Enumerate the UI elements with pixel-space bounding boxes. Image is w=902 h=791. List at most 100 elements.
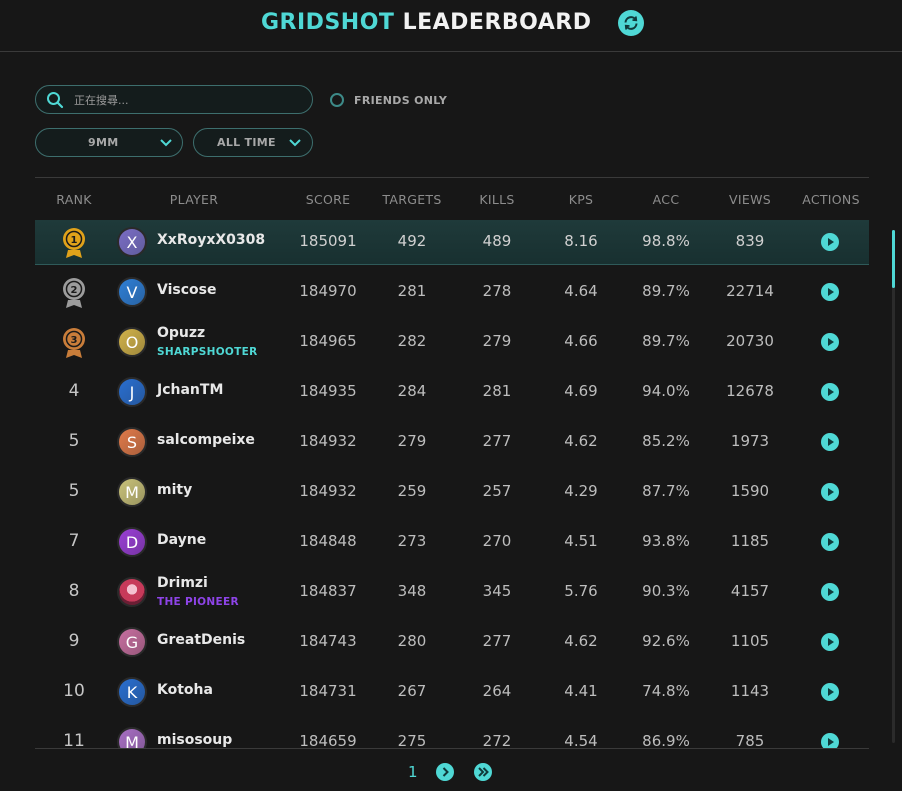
views-value: 1105 bbox=[730, 632, 770, 650]
avatar-initial: J bbox=[129, 382, 135, 402]
avatar-initial: K bbox=[126, 682, 138, 702]
player-name[interactable]: misosoup bbox=[157, 732, 232, 748]
rank-number: 7 bbox=[68, 531, 80, 551]
avatar[interactable]: S bbox=[117, 427, 147, 457]
scrollbar-thumb[interactable] bbox=[892, 230, 895, 288]
weapon-select[interactable]: 9MM bbox=[35, 128, 183, 157]
refresh-button[interactable] bbox=[618, 10, 644, 36]
kills-value: 277 bbox=[482, 632, 512, 650]
score-value: 184932 bbox=[299, 432, 357, 450]
avatar[interactable] bbox=[117, 577, 147, 607]
next-page-button[interactable] bbox=[436, 763, 454, 781]
avatar[interactable]: O bbox=[117, 327, 147, 357]
avatar-initial: S bbox=[126, 432, 138, 452]
table-row[interactable]: 3 O Opuzz SHARPSHOOTER 184965 282 279 4.66 89.7%… bbox=[35, 320, 869, 364]
chevron-down-icon bbox=[160, 139, 172, 147]
player-name[interactable]: salcompeixe bbox=[157, 432, 255, 448]
avatar[interactable]: V bbox=[117, 277, 147, 307]
rank-number: 9 bbox=[68, 631, 80, 651]
avatar[interactable]: X bbox=[117, 227, 147, 257]
kills-value: 272 bbox=[482, 732, 512, 748]
play-replay-button[interactable] bbox=[821, 333, 839, 351]
last-page-button[interactable] bbox=[474, 763, 492, 781]
table-header: RANK PLAYER SCORE TARGETS KILLS KPS ACC … bbox=[0, 192, 902, 208]
friends-only-radio[interactable] bbox=[330, 93, 344, 107]
table-row[interactable]: 9 G GreatDenis 184743 280 277 4.62 92.6% 1105 bbox=[35, 620, 869, 664]
column-header-acc: ACC bbox=[652, 192, 680, 207]
table-row[interactable]: 11 Mmisosoup 184659 275 272 4.54 86.9% 785 bbox=[35, 720, 869, 748]
table-row[interactable]: 5 Ssalcompeixe 184932 279 277 4.62 85.2% 1973 bbox=[35, 420, 869, 464]
play-replay-button[interactable] bbox=[821, 433, 839, 451]
kills-value: 345 bbox=[482, 582, 512, 600]
table-row[interactable]: 7 D Dayne 184848 273 270 4.51 93.8% 1185 bbox=[35, 520, 869, 564]
kills-value: 279 bbox=[482, 332, 512, 350]
targets-value: 279 bbox=[397, 432, 427, 450]
views-value: 839 bbox=[735, 232, 765, 250]
time-range-select[interactable]: ALL TIME bbox=[193, 128, 313, 157]
table-row[interactable]: 5 Mmity 184932 259 257 4.29 87.7% 1590 bbox=[35, 470, 869, 514]
play-replay-button[interactable] bbox=[821, 633, 839, 651]
search-box[interactable] bbox=[35, 85, 313, 114]
svg-text:3: 3 bbox=[71, 335, 78, 346]
table-row[interactable]: 2 V Viscose 184970 281 278 4.64 89.7% 22714 bbox=[35, 270, 869, 314]
avatar[interactable]: J bbox=[117, 377, 147, 407]
player-name[interactable]: Viscose bbox=[157, 282, 216, 298]
column-header-rank: RANK bbox=[56, 192, 92, 207]
play-replay-button[interactable] bbox=[821, 683, 839, 701]
player-name[interactable]: Drimzi bbox=[157, 575, 208, 591]
avatar[interactable]: D bbox=[117, 527, 147, 557]
views-value: 22714 bbox=[726, 282, 774, 300]
play-replay-button[interactable] bbox=[821, 383, 839, 401]
avatar[interactable]: M bbox=[117, 727, 147, 748]
kps-value: 4.29 bbox=[564, 482, 598, 500]
views-value: 20730 bbox=[726, 332, 774, 350]
kps-value: 4.64 bbox=[564, 282, 598, 300]
table-scrollbar[interactable] bbox=[892, 230, 895, 743]
rank-number: 5 bbox=[68, 431, 80, 451]
score-value: 184659 bbox=[299, 732, 357, 748]
play-replay-button[interactable] bbox=[821, 583, 839, 601]
play-replay-button[interactable] bbox=[821, 483, 839, 501]
search-input[interactable] bbox=[72, 89, 306, 111]
player-name[interactable]: XxRoyxX0308 bbox=[157, 232, 265, 248]
chevron-down-icon bbox=[289, 139, 301, 147]
table-row[interactable]: 1 X XxRoyxX0308 185091 492 489 8.16 98.8% 839 bbox=[35, 220, 869, 265]
score-value: 184935 bbox=[299, 382, 357, 400]
page-number-current[interactable]: 1 bbox=[408, 763, 418, 781]
play-replay-button[interactable] bbox=[821, 283, 839, 301]
weapon-select-value: 9MM bbox=[88, 136, 119, 149]
friends-only-toggle[interactable]: FRIENDS ONLY bbox=[330, 90, 447, 110]
avatar[interactable]: G bbox=[117, 627, 147, 657]
friends-only-label: FRIENDS ONLY bbox=[354, 93, 448, 107]
column-header-targets: TARGETS bbox=[382, 192, 442, 207]
kills-value: 489 bbox=[482, 232, 512, 250]
player-name[interactable]: Kotoha bbox=[157, 682, 213, 698]
leaderboard-table: 1 X XxRoyxX0308 185091 492 489 8.16 98.8% 839 2 V V… bbox=[35, 220, 869, 748]
rank-number: 4 bbox=[68, 381, 80, 401]
views-value: 4157 bbox=[730, 582, 770, 600]
acc-value: 87.7% bbox=[642, 482, 690, 500]
acc-value: 89.7% bbox=[642, 282, 690, 300]
page-title-rest: LEADERBOARD bbox=[402, 10, 592, 35]
targets-value: 280 bbox=[397, 632, 427, 650]
player-name[interactable]: Dayne bbox=[157, 532, 206, 548]
kills-value: 278 bbox=[482, 282, 512, 300]
avatar[interactable]: M bbox=[117, 477, 147, 507]
player-name[interactable]: GreatDenis bbox=[157, 632, 245, 648]
play-replay-button[interactable] bbox=[821, 533, 839, 551]
acc-value: 86.9% bbox=[642, 732, 690, 748]
kps-value: 8.16 bbox=[564, 232, 598, 250]
table-row[interactable]: 4 J JchanTM 184935 284 281 4.69 94.0% 12678 bbox=[35, 370, 869, 414]
player-name[interactable]: Opuzz bbox=[157, 325, 205, 341]
avatar[interactable]: K bbox=[117, 677, 147, 707]
acc-value: 92.6% bbox=[642, 632, 690, 650]
kills-value: 281 bbox=[482, 382, 512, 400]
player-name[interactable]: mity bbox=[157, 482, 192, 498]
table-row[interactable]: 8 Drimzi THE PIONEER 184837 348 345 5.76 90.3% 4… bbox=[35, 570, 869, 614]
targets-value: 492 bbox=[397, 232, 427, 250]
rank-number: 11 bbox=[63, 731, 85, 748]
play-replay-button[interactable] bbox=[821, 233, 839, 251]
player-name[interactable]: JchanTM bbox=[157, 382, 223, 398]
play-replay-button[interactable] bbox=[821, 733, 839, 748]
table-row[interactable]: 10 K Kotoha 184731 267 264 4.41 74.8% 1143 bbox=[35, 670, 869, 714]
